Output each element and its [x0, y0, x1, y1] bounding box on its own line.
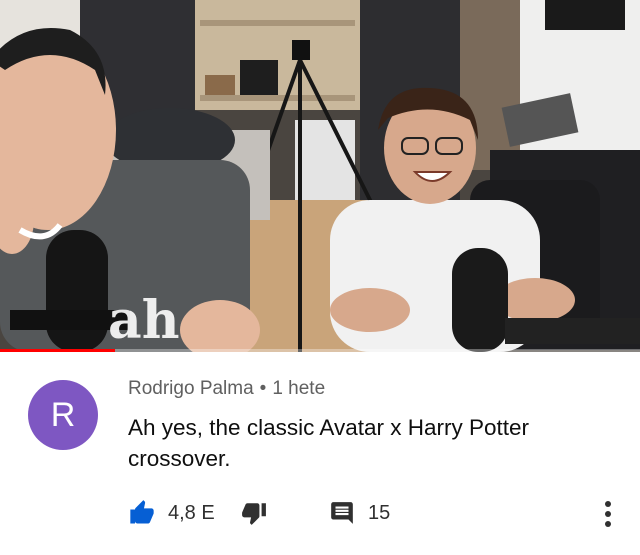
- video-frame[interactable]: ah: [0, 0, 640, 352]
- avatar[interactable]: R: [28, 380, 98, 450]
- reply-count: 15: [368, 501, 391, 524]
- meta-separator: •: [259, 378, 267, 399]
- comment-card: R Rodrigo Palma • 1 hete Ah yes, the class…: [0, 352, 640, 555]
- comment-icon[interactable]: [328, 499, 356, 527]
- avatar-initial: R: [50, 395, 76, 434]
- like-count: 4,8 E: [168, 501, 215, 524]
- video-still: [0, 0, 640, 352]
- comment-meta: Rodrigo Palma • 1 hete: [128, 378, 325, 400]
- thumbs-down-icon[interactable]: [240, 499, 268, 527]
- comment-actions: 4,8 E 15: [128, 498, 390, 528]
- thumbs-up-icon[interactable]: [128, 499, 156, 527]
- comment-text: Ah yes, the classic Avatar x Harry Potte…: [128, 415, 529, 471]
- comment-author[interactable]: Rodrigo Palma: [128, 378, 254, 399]
- comment-time: 1 hete: [272, 378, 326, 399]
- more-vertical-icon[interactable]: [596, 498, 620, 530]
- shirt-watermark-text: ah: [108, 290, 180, 351]
